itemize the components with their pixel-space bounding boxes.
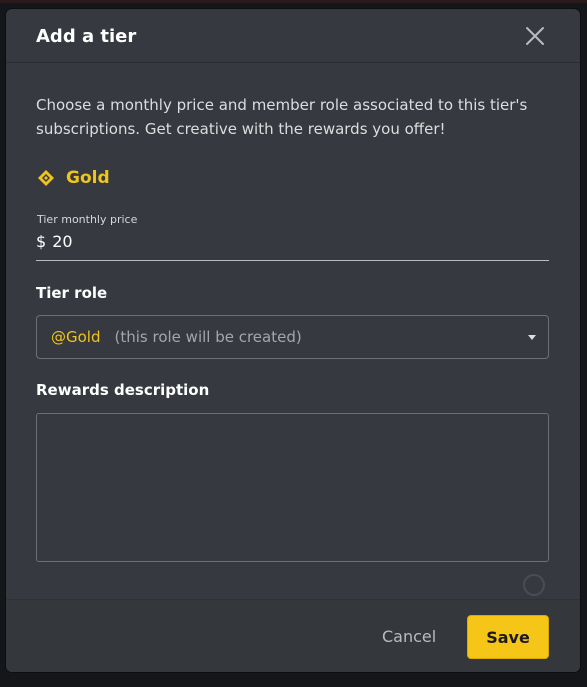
close-button[interactable] — [521, 22, 549, 50]
modal-title: Add a tier — [36, 26, 137, 47]
chevron-down-icon — [528, 335, 536, 340]
save-button[interactable]: Save — [467, 615, 549, 659]
rewards-textarea[interactable] — [36, 413, 549, 562]
gold-diamond-icon — [38, 170, 54, 186]
modal-header: Add a tier — [6, 9, 580, 63]
modal-footer: Cancel Save — [6, 599, 580, 672]
role-hint: (this role will be created) — [114, 328, 302, 346]
backdrop — [0, 0, 587, 3]
cancel-button[interactable]: Cancel — [382, 627, 436, 646]
add-tier-modal: Add a tier Choose a monthly price and me… — [6, 9, 580, 672]
price-input[interactable] — [52, 232, 253, 251]
rewards-label: Rewards description — [36, 381, 210, 399]
modal-description: Choose a monthly price and member role a… — [36, 96, 528, 138]
tier-heading: Gold — [36, 168, 110, 188]
role-selected-value: @Gold — [51, 328, 101, 346]
tier-name: Gold — [66, 168, 110, 188]
role-select[interactable]: @Gold (this role will be created) — [36, 315, 549, 359]
price-label: Tier monthly price — [37, 213, 138, 226]
close-icon — [526, 27, 544, 45]
circle-indicator-icon — [523, 574, 545, 596]
role-label: Tier role — [36, 284, 108, 302]
currency-symbol: $ — [36, 232, 47, 251]
price-field: $ — [36, 232, 549, 261]
